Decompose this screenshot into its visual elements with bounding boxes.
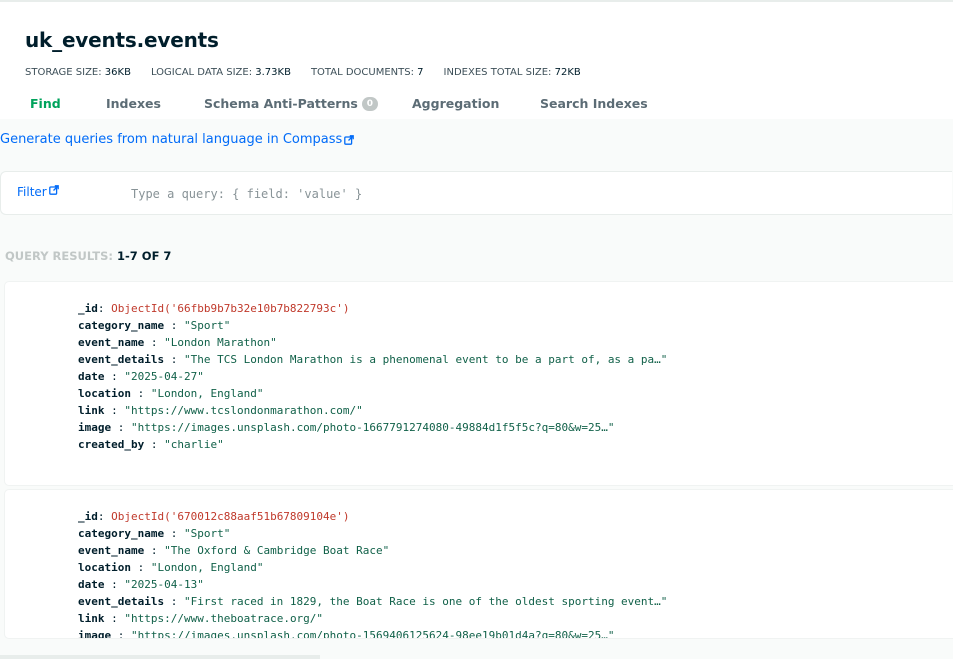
field-row: date : "2025-04-27" xyxy=(78,370,204,383)
tab-indexes[interactable]: Indexes xyxy=(106,96,161,111)
field-row: location : "London, England" xyxy=(78,561,264,574)
tab-aggregation[interactable]: Aggregation xyxy=(412,96,499,111)
document-fields: _id: ObjectId('670012c88aaf51b67809104e'… xyxy=(78,508,667,638)
field-row: event_name : "London Marathon" xyxy=(78,336,277,349)
document-card[interactable]: _id: ObjectId('66fbb9b7b32e10b7b822793c'… xyxy=(5,282,953,485)
collection-tabs: Find Indexes Schema Anti-Patterns 0 Aggr… xyxy=(0,96,953,118)
document-card[interactable]: _id: ObjectId('670012c88aaf51b67809104e'… xyxy=(5,490,953,638)
stat-logical-data-size: LOGICAL DATA SIZE: 3.73KB xyxy=(150,67,291,78)
filter-bar: Filter xyxy=(0,171,952,215)
compass-nl-link[interactable]: Generate queries from natural language i… xyxy=(0,132,355,147)
field-row: event_details : "First raced in 1829, th… xyxy=(78,595,668,608)
external-link-icon xyxy=(48,185,59,195)
find-panel: Generate queries from natural language i… xyxy=(0,119,953,659)
tab-schema-anti-patterns[interactable]: Schema Anti-Patterns 0 xyxy=(204,96,378,111)
external-link-icon xyxy=(344,134,355,145)
tab-search-indexes[interactable]: Search Indexes xyxy=(540,96,648,111)
stat-storage-size: STORAGE SIZE: 36KB xyxy=(25,67,131,78)
query-results-count: QUERY RESULTS: 1-7 OF 7 xyxy=(5,249,172,263)
field-row: category_name : "Sport" xyxy=(78,527,231,540)
page-title: uk_events.events xyxy=(25,28,219,52)
top-border xyxy=(0,0,953,2)
tab-find[interactable]: Find xyxy=(30,96,61,111)
field-row: image : "https://images.unsplash.com/pho… xyxy=(78,629,615,638)
field-row: _id: ObjectId('66fbb9b7b32e10b7b822793c'… xyxy=(78,302,350,315)
horizontal-scrollbar[interactable] xyxy=(0,655,320,659)
field-row: _id: ObjectId('670012c88aaf51b67809104e'… xyxy=(78,510,350,523)
stat-indexes-total-size: INDEXES TOTAL SIZE: 72KB xyxy=(443,67,581,78)
field-row: date : "2025-04-13" xyxy=(78,578,204,591)
stat-total-documents: TOTAL DOCUMENTS: 7 xyxy=(310,67,424,78)
filter-input[interactable] xyxy=(131,182,891,206)
field-row: category_name : "Sport" xyxy=(78,319,231,332)
schema-count-badge: 0 xyxy=(361,96,378,111)
field-row: image : "https://images.unsplash.com/pho… xyxy=(78,421,615,434)
field-row: created_by : "charlie" xyxy=(78,438,224,451)
field-row: event_details : "The TCS London Marathon… xyxy=(78,353,668,366)
collection-stats: STORAGE SIZE: 36KB LOGICAL DATA SIZE: 3.… xyxy=(25,67,581,78)
filter-label[interactable]: Filter xyxy=(17,185,59,199)
field-row: event_name : "The Oxford & Cambridge Boa… xyxy=(78,544,390,557)
document-fields: _id: ObjectId('66fbb9b7b32e10b7b822793c'… xyxy=(78,300,667,453)
field-row: link : "https://www.tcslondonmarathon.co… xyxy=(78,404,363,417)
field-row: link : "https://www.theboatrace.org/" xyxy=(78,612,324,625)
field-row: location : "London, England" xyxy=(78,387,264,400)
